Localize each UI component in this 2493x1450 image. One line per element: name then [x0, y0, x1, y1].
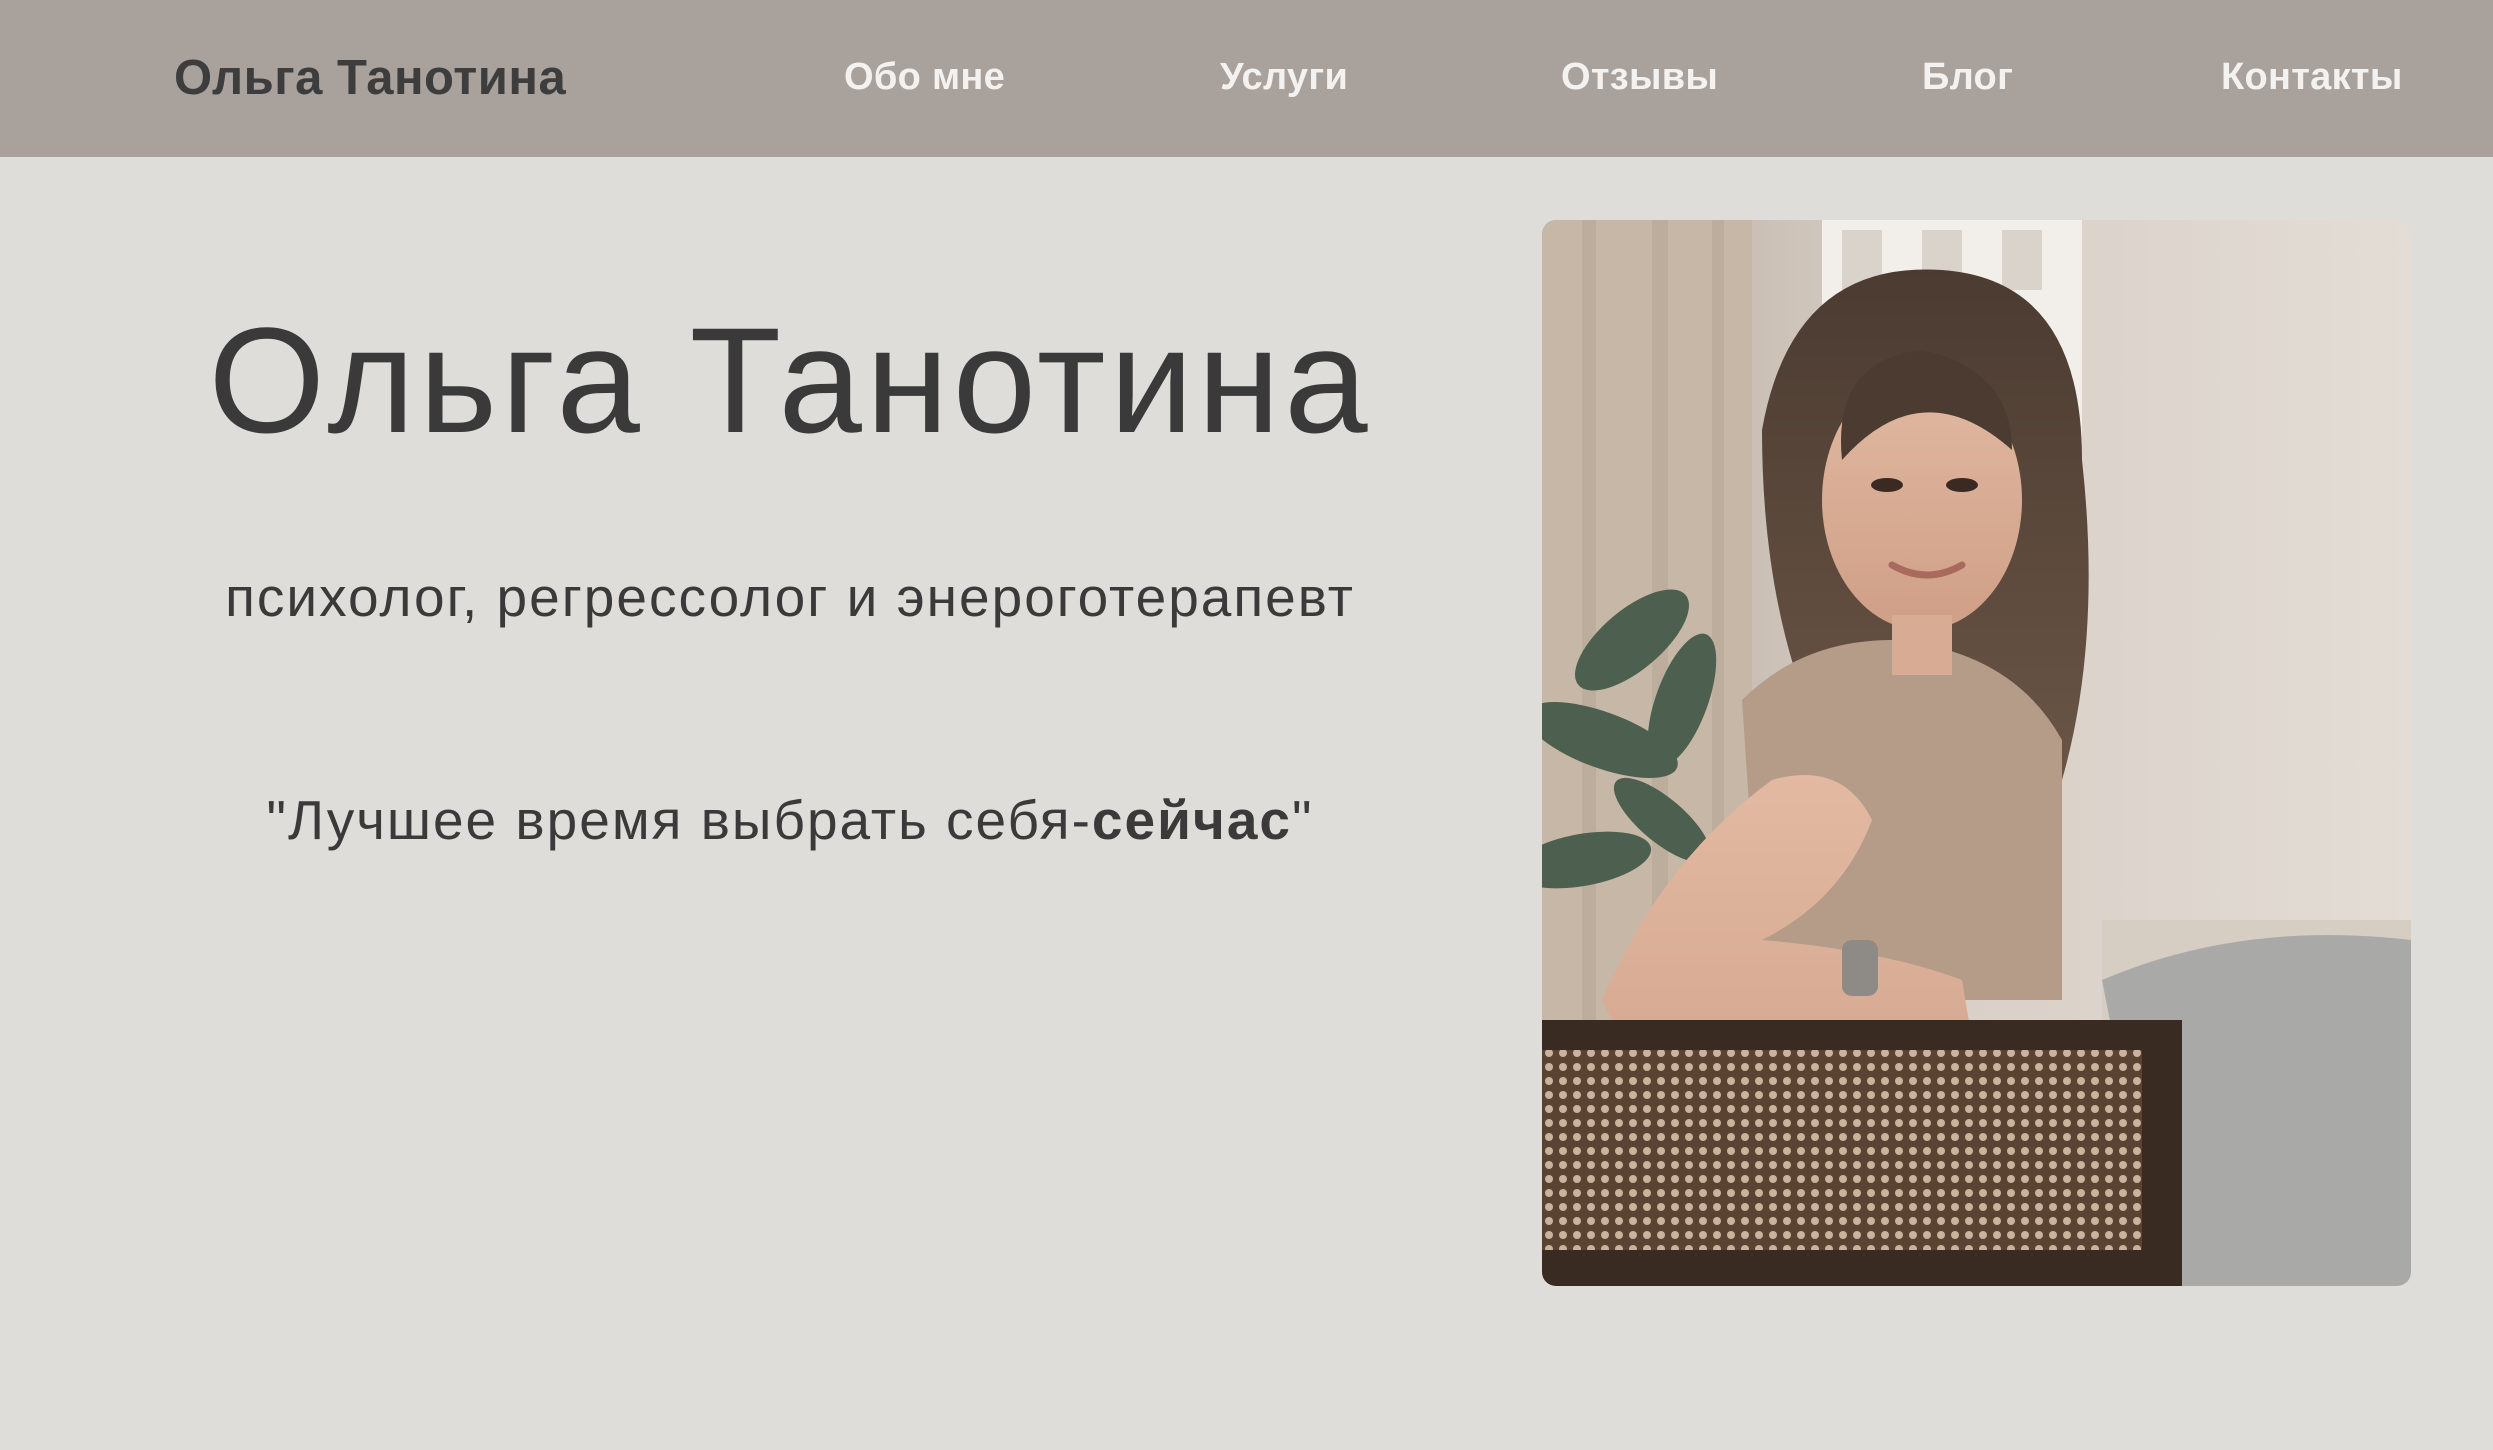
- hero-title: Ольга Танотина: [208, 296, 1372, 464]
- hero-subtitle: психолог, регрессолог и энероготерапевт: [225, 566, 1355, 628]
- site-header: Ольга Танотина Обо мне Услуги Отзывы Бло…: [0, 0, 2493, 157]
- nav-item-reviews[interactable]: Отзывы: [1561, 0, 1718, 157]
- portrait-photo: [1542, 220, 2411, 1286]
- nav-item-contacts[interactable]: Контакты: [2221, 0, 2403, 157]
- nav-item-services[interactable]: Услуги: [1220, 0, 1348, 157]
- hero-quote: "Лучшее время выбрать себя-сейчас": [0, 793, 1580, 848]
- quote-suffix: ": [1292, 789, 1314, 851]
- brand-logo-text[interactable]: Ольга Танотина: [174, 0, 566, 157]
- quote-emphasis: сейчас: [1091, 789, 1293, 851]
- nav-item-blog[interactable]: Блог: [1922, 0, 2013, 157]
- portrait-illustration: [1542, 220, 2411, 1286]
- quote-prefix: "Лучшее время выбрать себя-: [266, 789, 1092, 851]
- nav-item-about[interactable]: Обо мне: [844, 0, 1005, 157]
